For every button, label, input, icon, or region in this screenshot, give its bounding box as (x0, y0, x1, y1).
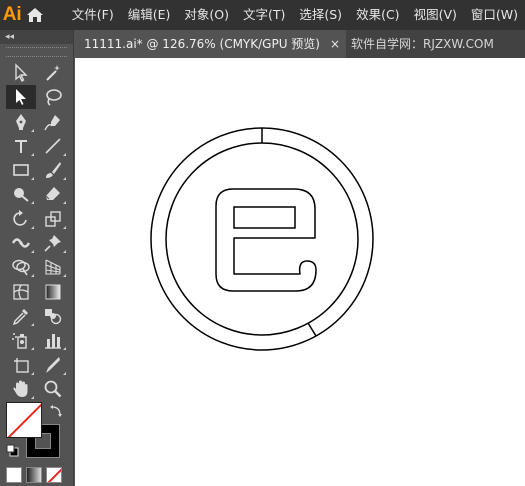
shape-builder-tool[interactable] (6, 255, 36, 279)
rectangle-tool[interactable] (6, 158, 36, 182)
perspective-grid-tool[interactable] (38, 255, 68, 279)
width-icon (11, 238, 31, 248)
perspective-grid-icon (45, 259, 61, 275)
width-tool[interactable] (6, 231, 36, 255)
shaper-icon (14, 188, 29, 203)
zoom-tool[interactable] (38, 377, 68, 401)
document-tab-label: 11111.ai* @ 126.76% (CMYK/GPU 预览) (84, 37, 320, 51)
column-graph-icon (45, 334, 61, 349)
pushpin-icon (44, 235, 61, 252)
puppet-warp-tool[interactable] (38, 231, 68, 255)
app-logo: Ai (2, 4, 22, 25)
gradient-mode-button[interactable] (26, 467, 42, 483)
fill-swatch[interactable] (6, 402, 42, 438)
blend-tool[interactable] (38, 304, 68, 328)
document-tab-bar: 11111.ai* @ 126.76% (CMYK/GPU 预览) × 软件自学… (74, 30, 525, 58)
document-tab[interactable]: 11111.ai* @ 126.76% (CMYK/GPU 预览) × (74, 30, 346, 58)
tools-panel: ◂◂ (0, 30, 74, 486)
artboard-icon (14, 357, 29, 373)
magic-wand-tool[interactable] (38, 61, 68, 85)
shaper-tool[interactable] (6, 182, 36, 206)
gradient-icon (45, 284, 61, 300)
type-tool[interactable] (6, 134, 36, 158)
color-mode-buttons (6, 467, 62, 483)
line-segment-icon (45, 138, 61, 154)
slice-tool[interactable] (38, 353, 68, 377)
menu-edit[interactable]: 编辑(E) (121, 0, 178, 30)
menu-object[interactable]: 对象(O) (177, 0, 236, 30)
selection-arrow-icon (15, 63, 28, 83)
curvature-pen-icon (44, 114, 60, 130)
mesh-tool[interactable] (6, 280, 36, 304)
mesh-icon (13, 284, 29, 300)
magic-wand-icon (46, 65, 60, 81)
curvature-tool[interactable] (38, 110, 68, 134)
default-fill-stroke-icon[interactable] (6, 444, 20, 458)
rectangle-icon (13, 164, 29, 176)
letter-e-shape[interactable] (215, 188, 317, 292)
watermark-text: 软件自学网：RJZXW.COM (351, 37, 494, 51)
menu-effect[interactable]: 效果(C) (349, 0, 406, 30)
menu-type[interactable]: 文字(T) (236, 0, 292, 30)
scale-tool[interactable] (38, 207, 68, 231)
slice-knife-icon (46, 356, 60, 373)
shape-builder-icon (12, 260, 30, 276)
letter-e-counter[interactable] (233, 206, 296, 229)
panel-grip[interactable] (6, 47, 67, 57)
paintbrush-tool[interactable] (38, 158, 68, 182)
menu-view[interactable]: 视图(V) (407, 0, 464, 30)
artwork (150, 127, 374, 351)
selection-tool[interactable] (6, 61, 36, 85)
column-graph-tool[interactable] (38, 328, 68, 352)
pen-nib-icon (16, 113, 26, 130)
rotate-tool[interactable] (6, 207, 36, 231)
eyedropper-icon (12, 308, 28, 326)
close-tab-icon[interactable]: × (324, 30, 346, 58)
outer-circle[interactable] (150, 127, 374, 351)
color-mode-button[interactable] (6, 467, 22, 483)
hand-icon (13, 380, 28, 397)
menu-window[interactable]: 窗口(W) (464, 0, 525, 30)
none-mode-button[interactable] (46, 467, 62, 483)
lasso-tool[interactable] (38, 85, 68, 109)
artboard-tool[interactable] (6, 353, 36, 377)
tool-grid (0, 57, 73, 401)
symbol-sprayer-icon (12, 333, 27, 349)
artboard-canvas[interactable] (75, 58, 525, 486)
eyedropper-tool[interactable] (6, 304, 36, 328)
direct-selection-tool[interactable] (6, 85, 36, 110)
line-segment-tool[interactable] (38, 134, 68, 158)
rotate-icon (13, 209, 27, 226)
pen-tool[interactable] (6, 110, 36, 134)
hand-tool[interactable] (6, 377, 36, 401)
menu-bar: Ai 文件(F) 编辑(E) 对象(O) 文字(T) 选择(S) 效果(C) 视… (0, 0, 525, 30)
main-menu: 文件(F) 编辑(E) 对象(O) 文字(T) 选择(S) 效果(C) 视图(V… (65, 0, 525, 30)
eraser-icon (45, 187, 60, 201)
symbol-sprayer-tool[interactable] (6, 328, 36, 352)
fill-stroke-area (6, 402, 66, 462)
none-slash-icon (7, 403, 41, 437)
bottom-divider-line[interactable] (307, 322, 317, 337)
swap-fill-stroke-icon[interactable] (49, 404, 63, 418)
inner-circle[interactable] (165, 142, 359, 336)
home-icon[interactable] (24, 0, 44, 30)
lasso-icon (46, 89, 62, 106)
menu-file[interactable]: 文件(F) (65, 0, 121, 30)
eraser-tool[interactable] (38, 182, 68, 206)
scale-icon (45, 211, 61, 227)
panel-collapse-button[interactable]: ◂◂ (0, 30, 73, 44)
direct-selection-arrow-icon (16, 89, 26, 106)
type-t-icon (15, 139, 27, 153)
gradient-tool[interactable] (38, 280, 68, 304)
magnifier-icon (44, 380, 62, 398)
blend-icon (45, 308, 62, 325)
paintbrush-icon (46, 162, 61, 179)
menu-select[interactable]: 选择(S) (292, 0, 349, 30)
